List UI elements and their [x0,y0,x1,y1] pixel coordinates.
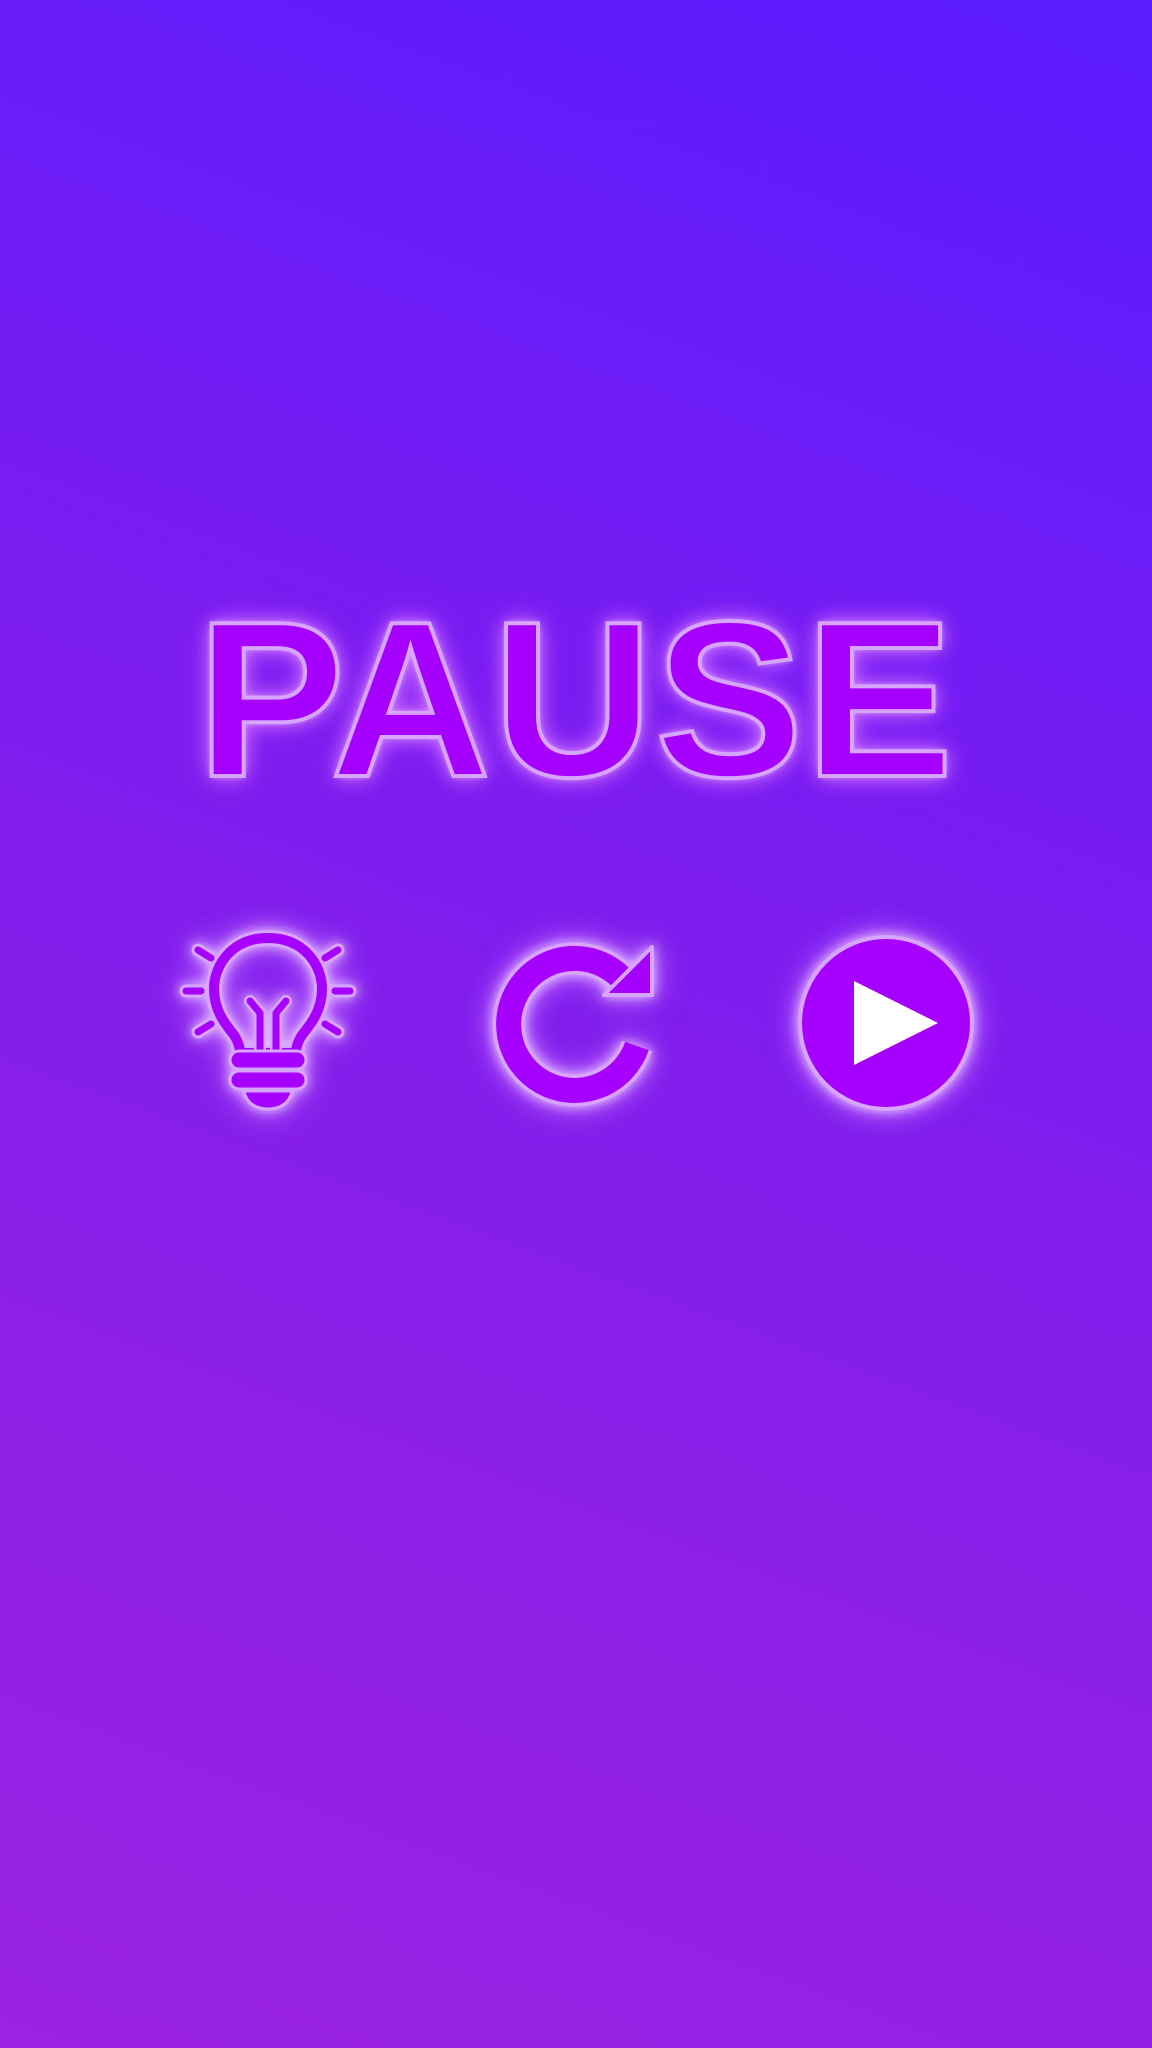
resume-button[interactable] [796,933,976,1113]
pause-title: PAUSE [195,576,956,824]
restart-button[interactable] [486,933,666,1113]
pause-screen: PAUSE [0,0,1152,2048]
restart-icon [492,942,654,1107]
hint-button[interactable] [178,929,358,1113]
lightbulb-icon [179,929,357,1111]
play-icon [798,935,974,1111]
